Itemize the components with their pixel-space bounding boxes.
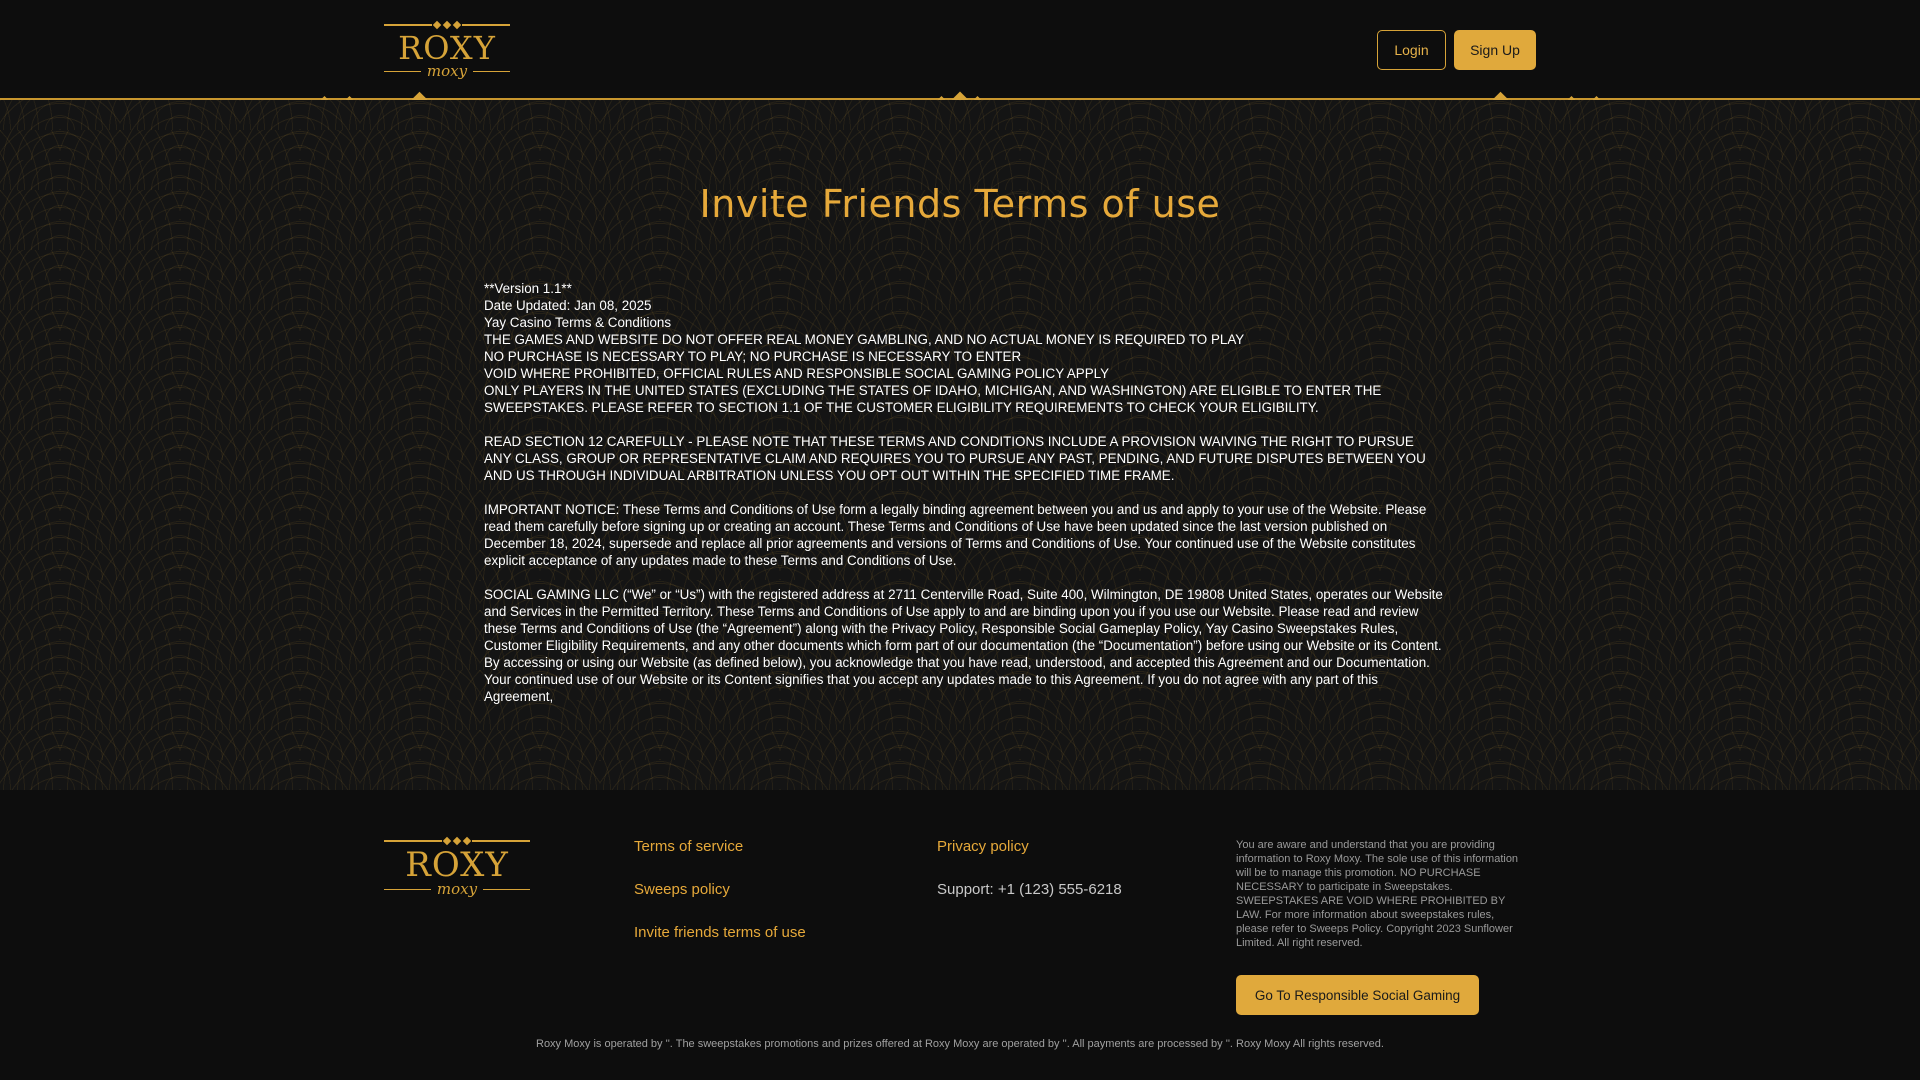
footer-logo[interactable]: ROXY moxy [384, 836, 531, 898]
signup-button[interactable]: Sign Up [1454, 30, 1536, 70]
logo-subtitle: moxy [436, 880, 478, 898]
company-paragraph: SOCIAL GAMING LLC (“We” or “Us”) with th… [484, 587, 1443, 704]
page-title: Invite Friends Terms of use [699, 182, 1221, 226]
terms-header-block: **Version 1.1** Date Updated: Jan 08, 20… [484, 280, 1444, 416]
eligibility-line: ONLY PLAYERS IN THE UNITED STATES (EXCLU… [484, 383, 1382, 415]
site-footer: ROXY moxy Terms of service Sweeps policy… [0, 790, 1920, 1080]
void-line: VOID WHERE PROHIBITED, OFFICIAL RULES AN… [484, 366, 1110, 381]
sweeps-policy-link[interactable]: Sweeps policy [634, 881, 730, 898]
logo-wordmark: ROXY [405, 845, 509, 885]
login-button[interactable]: Login [1377, 30, 1446, 70]
copyright-notice: Roxy Moxy is operated by ''. The sweepst… [536, 1038, 1384, 1050]
arbitration-paragraph: READ SECTION 12 CAREFULLY - PLEASE NOTE … [484, 434, 1426, 483]
logo-ornament [384, 20, 510, 30]
version-line: **Version 1.1** [484, 281, 572, 296]
privacy-policy-link[interactable]: Privacy policy [937, 838, 1029, 855]
support-phone: Support: +1 (123) 555-6218 [937, 881, 1122, 898]
no-purchase-line: NO PURCHASE IS NECESSARY TO PLAY; NO PUR… [484, 349, 1022, 364]
terms-of-service-link[interactable]: Terms of service [634, 838, 743, 855]
important-notice-paragraph: IMPORTANT NOTICE: These Terms and Condit… [484, 502, 1427, 568]
terms-name-line: Yay Casino Terms & Conditions [484, 315, 672, 330]
logo-subtitle: moxy [426, 62, 468, 80]
date-updated-line: Date Updated: Jan 08, 2025 [484, 298, 652, 313]
site-header: ROXY moxy Login Sign Up [0, 0, 1920, 98]
logo-ornament [384, 836, 530, 846]
main-content: Invite Friends Terms of use **Version 1.… [0, 100, 1920, 790]
no-real-money-line: THE GAMES AND WEBSITE DO NOT OFFER REAL … [484, 332, 1245, 347]
responsible-social-gaming-button[interactable]: Go To Responsible Social Gaming [1236, 975, 1479, 1015]
invite-friends-terms-link[interactable]: Invite friends terms of use [634, 924, 806, 941]
terms-text: **Version 1.1** Date Updated: Jan 08, 20… [484, 280, 1444, 722]
roxy-moxy-logo[interactable]: ROXY moxy [384, 20, 511, 80]
sweepstakes-disclaimer: You are aware and understand that you ar… [1236, 839, 1519, 949]
logo-wordmark: ROXY [398, 29, 496, 67]
